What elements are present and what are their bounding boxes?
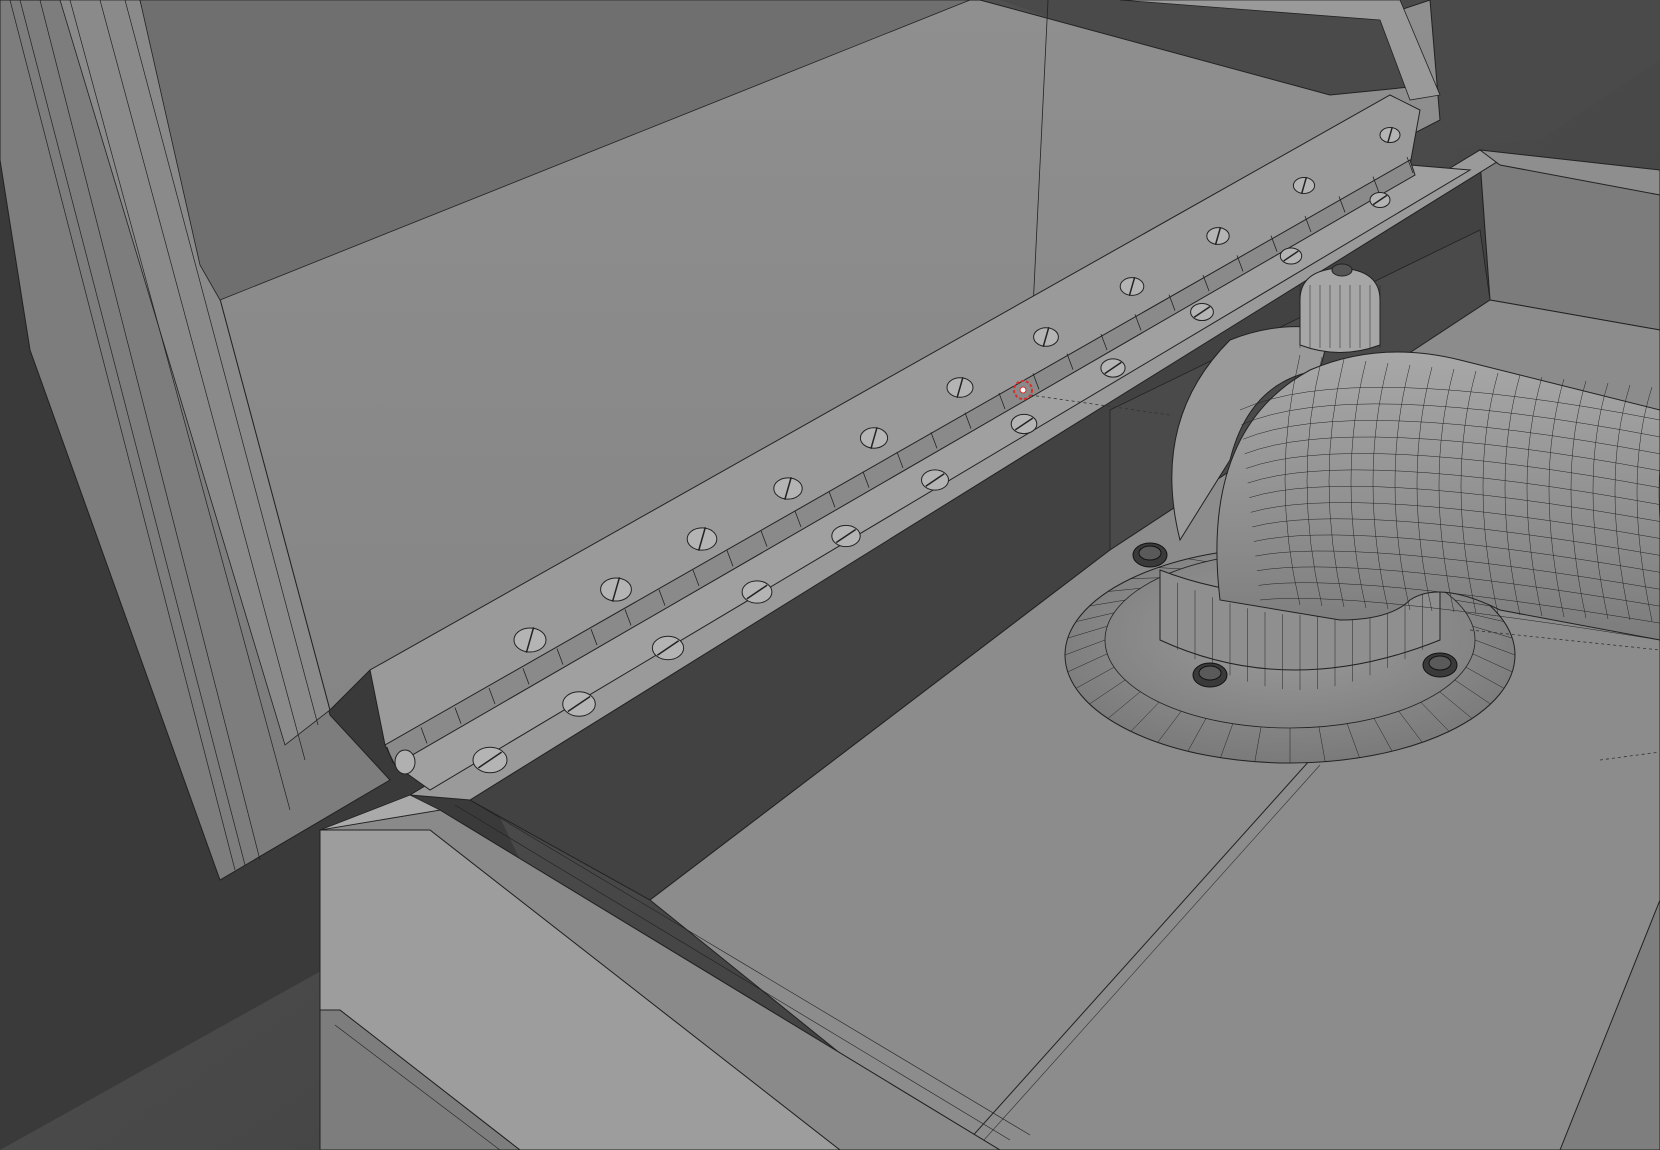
hinge-pin-end (394, 749, 416, 775)
3d-viewport[interactable] (0, 0, 1660, 1150)
flange-screw-head (1138, 545, 1162, 561)
viewport-canvas[interactable] (0, 0, 1660, 1150)
elbow-knob-cap (1331, 263, 1353, 277)
flange-screw-head (1428, 655, 1452, 671)
flange-screw-head (1198, 665, 1222, 681)
